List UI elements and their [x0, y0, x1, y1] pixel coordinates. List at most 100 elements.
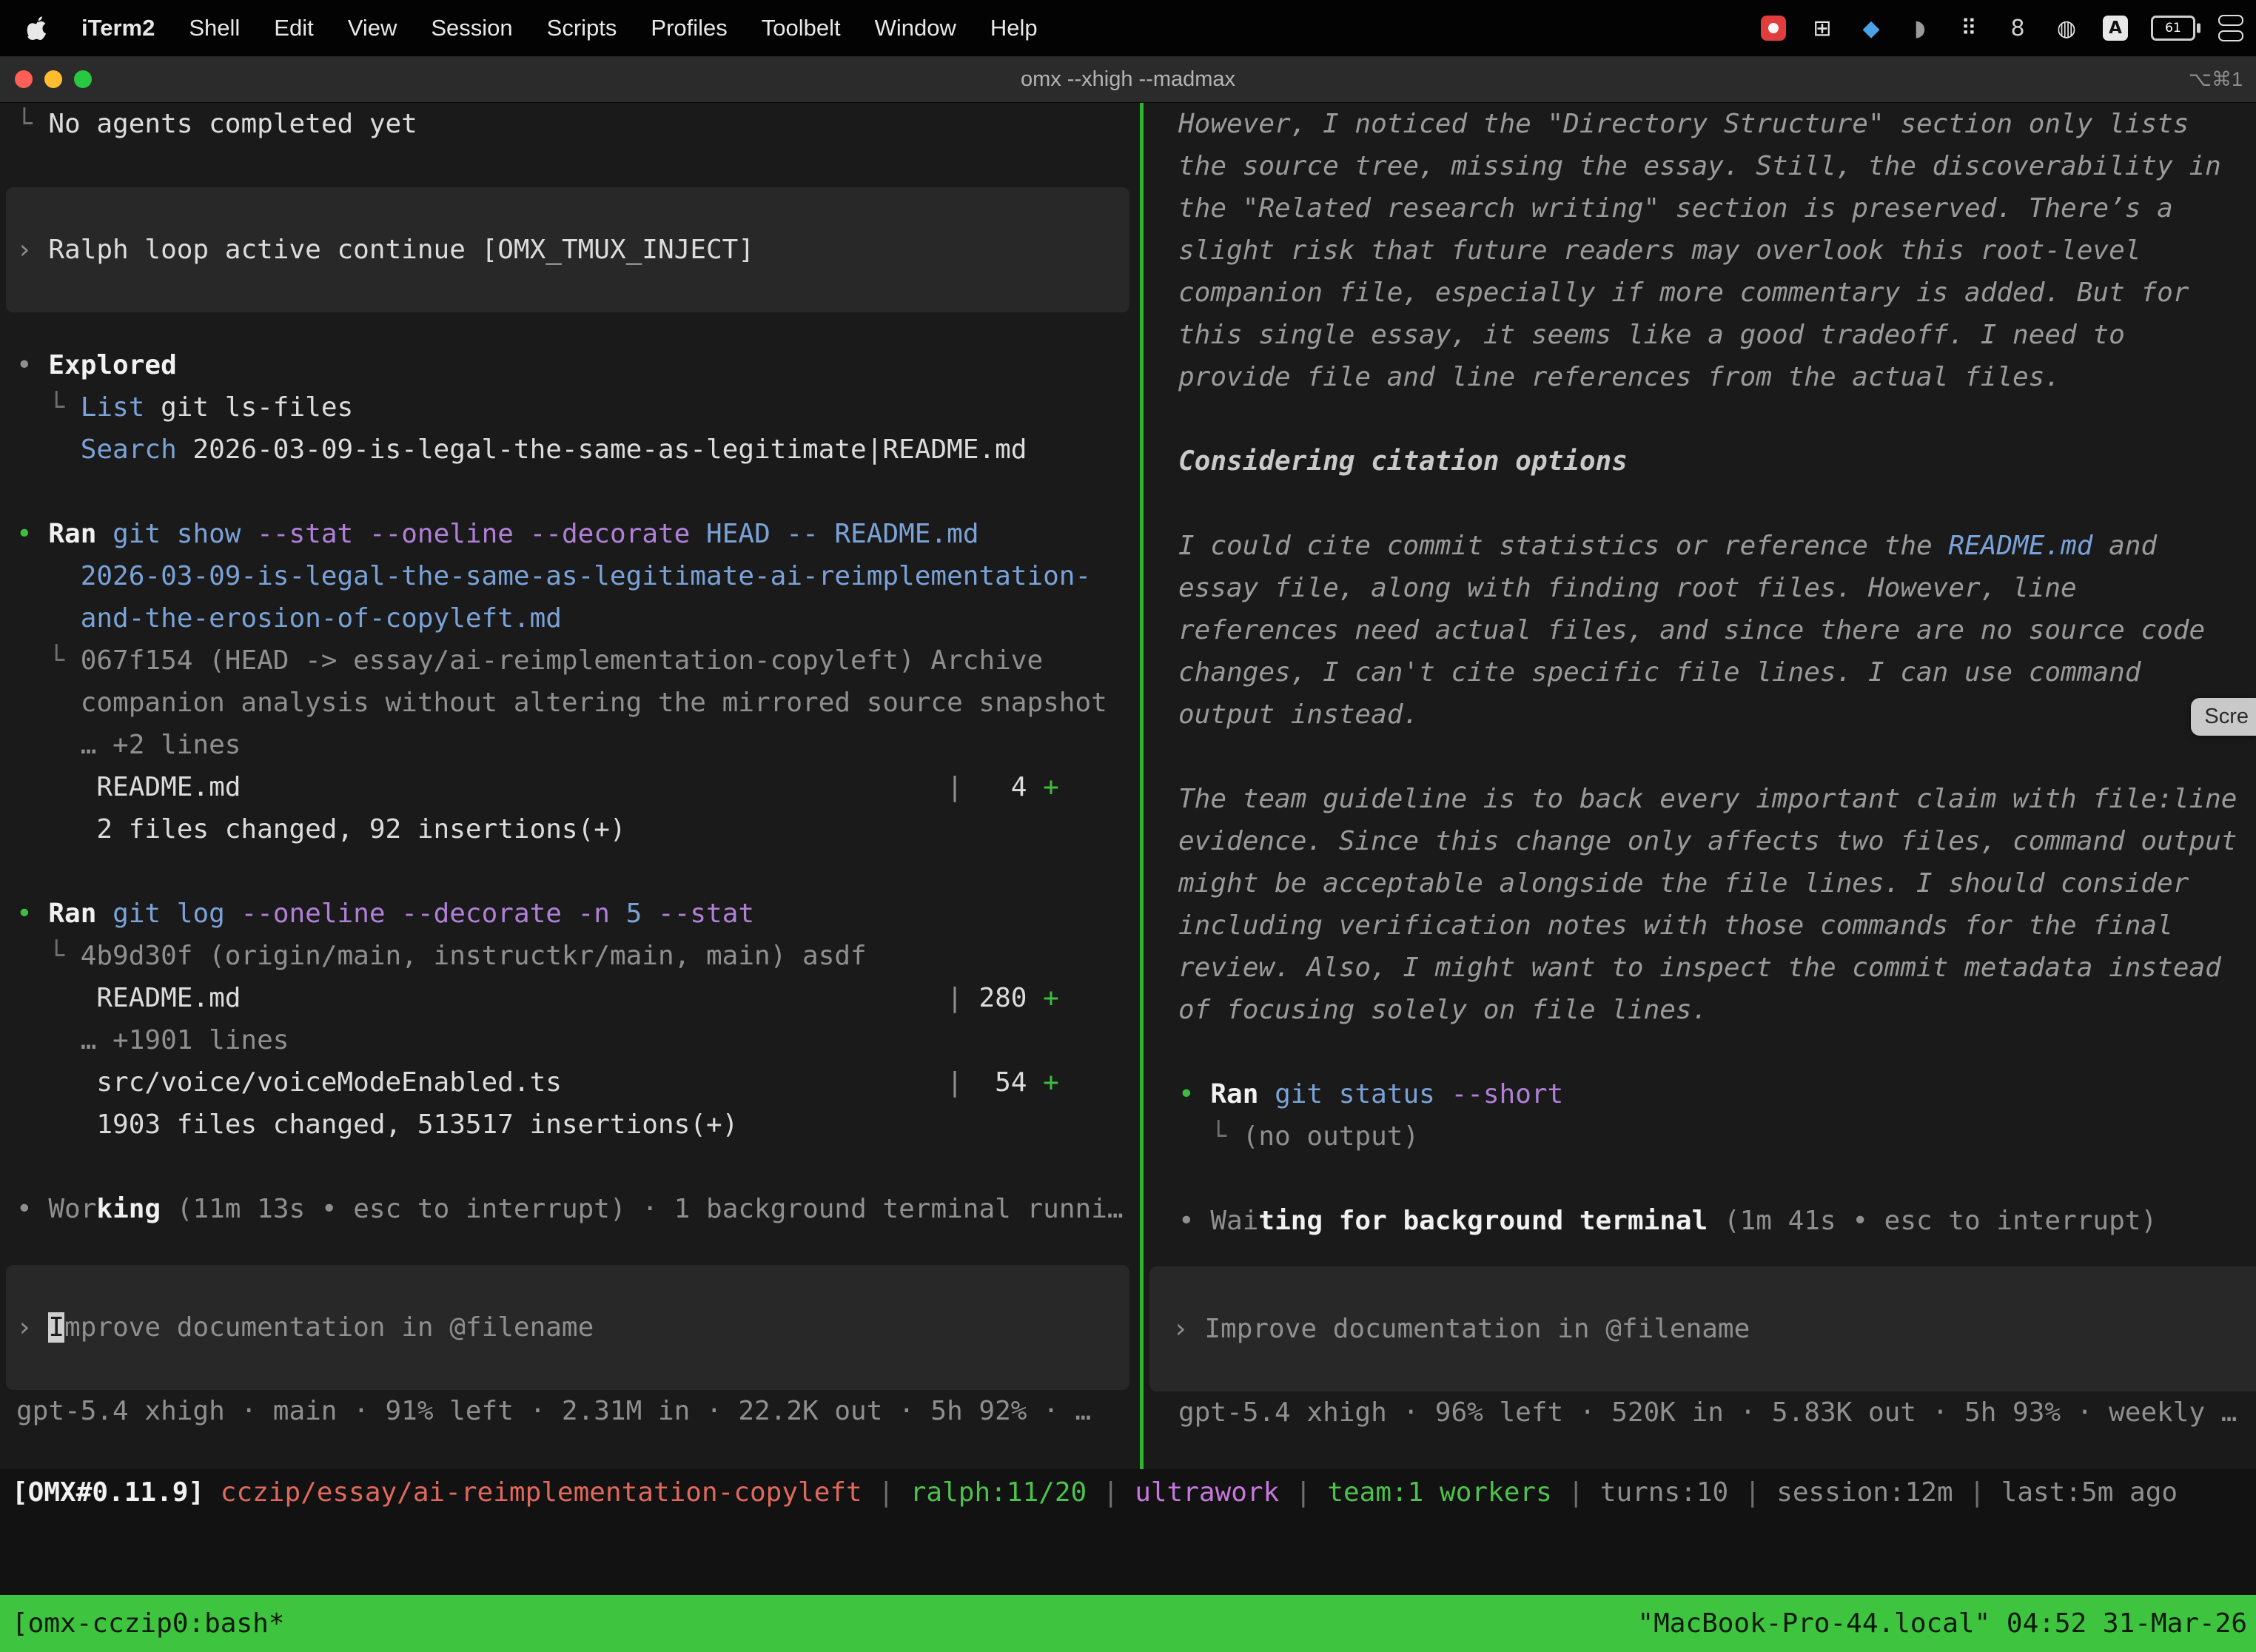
terminal-line: this single essay, it seems like a good … [1149, 314, 2256, 356]
terminal-line: └ 067f154 (HEAD -> essay/ai-reimplementa… [6, 639, 1140, 682]
terminal-line: output instead. [1149, 694, 2256, 736]
terminal-line: └ List git ls-files [6, 386, 1140, 429]
menu-item-help[interactable]: Help [990, 15, 1038, 41]
omx-status-line: [OMX#0.11.9] cczip/essay/ai-reimplementa… [0, 1471, 2256, 1514]
minimize-button[interactable] [44, 70, 62, 88]
terminal-line [1149, 398, 2256, 440]
prompt-input-box-left[interactable]: › Improve documentation in @filename [6, 1265, 1129, 1390]
menu-item-toolbelt[interactable]: Toolbelt [762, 15, 841, 41]
ran-git-log-line: • Ran git log --oneline --decorate -n 5 … [6, 893, 1140, 935]
prompt-input-right-content: › Improve documentation in @filename [1149, 1308, 2256, 1350]
tmux-host-time-label: "MacBook-Pro-44.local" 04:52 31-Mar-26 [1637, 1595, 2247, 1652]
control-center-icon[interactable] [2218, 11, 2244, 45]
input-source-icon[interactable]: A [2102, 11, 2129, 45]
terminal-line: src/voice/voiceModeEnabled.ts | 54 + [6, 1061, 1140, 1104]
window-shortcut-badge: ⌥⌘1 [2189, 68, 2256, 91]
terminal-line [1149, 736, 2256, 778]
terminal-line: … +2 lines [6, 724, 1140, 766]
terminal-line: evidence. Since this change only affects… [1149, 820, 2256, 862]
terminal-line: slight risk that future readers may over… [1149, 229, 2256, 272]
menu-bar-left: iTerm2 Shell Edit View Session Scripts Profile… [25, 15, 1038, 41]
terminal-line [1149, 483, 2256, 525]
left-pane-top-output: └ No agents completed yet [6, 103, 1140, 145]
menu-item-session[interactable]: Session [431, 15, 512, 41]
terminal-line: of focusing solely on file lines. [1149, 989, 2256, 1031]
macos-menu-bar: iTerm2 Shell Edit View Session Scripts Profile… [0, 0, 2256, 56]
menu-item-edit[interactable]: Edit [274, 15, 313, 41]
prompt-line: › Improve documentation in @filename [6, 1306, 1129, 1349]
terminal-line: README.md | 280 + [6, 977, 1140, 1019]
terminal-line: However, I noticed the "Directory Struct… [1149, 103, 2256, 145]
explored-header: • Explored [6, 344, 1140, 386]
right-pane-status-line: gpt-5.4 xhigh · 96% left · 520K in · 5.8… [1149, 1391, 2256, 1434]
tmux-status-bar: [omx-cczip0:bash* "MacBook-Pro-44.local"… [0, 1595, 2256, 1652]
terminal-line: … +1901 lines [6, 1019, 1140, 1061]
terminal-line: companion analysis without altering the … [6, 682, 1140, 724]
record-stop-icon [1761, 16, 1786, 41]
terminal-line [6, 1146, 1140, 1188]
terminal-line: └ 4b9d30f (origin/main, instructkr/main,… [6, 935, 1140, 977]
model-status-line: gpt-5.4 xhigh · main · 91% left · 2.31M … [6, 1390, 1140, 1432]
terminal-line [6, 471, 1140, 513]
prompt-line: › Improve documentation in @filename [1149, 1308, 2256, 1350]
input-source-key: A [2103, 16, 2128, 41]
battery-level: 61 [2151, 16, 2195, 41]
working-status-line: • Working (11m 13s • esc to interrupt) ·… [6, 1188, 1140, 1230]
terminal-line: the source tree, missing the essay. Stil… [1149, 145, 2256, 187]
ralph-loop-line: › Ralph loop active continue [OMX_TMUX_I… [6, 229, 1129, 271]
left-pane[interactable]: └ No agents completed yet › Ralph loop a… [0, 103, 1140, 1469]
window-manager-icon[interactable]: ⊞ [1809, 11, 1836, 45]
blue-app-icon[interactable]: ◆ [1858, 11, 1884, 45]
window-title-bar: omx --xhigh --madmax ⌥⌘1 [0, 56, 2256, 103]
tmux-session-label: [omx-cczip0:bash* [12, 1595, 284, 1652]
apple-menu-icon[interactable] [25, 15, 47, 41]
close-button[interactable] [15, 70, 33, 88]
dots-grid-icon[interactable]: ⠿ [1955, 11, 1982, 45]
terminal-line: including verification notes with those … [1149, 904, 2256, 947]
terminal-line: 1903 files changed, 513517 insertions(+) [6, 1104, 1140, 1146]
prompt-input-box-right[interactable]: › Improve documentation in @filename [1149, 1266, 2256, 1391]
ran-git-status-line: • Ran git status --short [1149, 1073, 2256, 1115]
terminal-line: references need actual files, and since … [1149, 609, 2256, 651]
prompt-input-left-content: › Improve documentation in @filename [6, 1306, 1129, 1349]
globe-app-icon[interactable]: ◍ [2053, 11, 2080, 45]
menu-item-shell[interactable]: Shell [189, 15, 240, 41]
terminal-window: └ No agents completed yet › Ralph loop a… [0, 103, 2256, 1469]
menu-item-scripts[interactable]: Scripts [547, 15, 617, 41]
left-pane-output: • Explored └ List git ls-files Search 20… [6, 344, 1140, 1230]
terminal-line: 2 files changed, 92 insertions(+) [6, 808, 1140, 850]
menu-item-profiles[interactable]: Profiles [651, 15, 727, 41]
terminal-line: Search 2026-03-09-is-legal-the-same-as-l… [6, 429, 1140, 471]
ralph-loop-banner: › Ralph loop active continue [OMX_TMUX_I… [6, 187, 1129, 312]
ran-git-show-line: • Ran git show --stat --oneline --decora… [6, 513, 1140, 555]
waiting-status-line: • Waiting for background terminal (1m 41… [1149, 1200, 2256, 1242]
terminal-line [6, 850, 1140, 893]
terminal-line [1149, 1158, 2256, 1200]
right-pane[interactable]: However, I noticed the "Directory Struct… [1144, 103, 2256, 1469]
right-pane-output: However, I noticed the "Directory Struct… [1149, 103, 2256, 1242]
traffic-lights [0, 70, 92, 88]
menu-item-view[interactable]: View [348, 15, 397, 41]
terminal-line: essay file, along with finding root file… [1149, 567, 2256, 609]
menu-item-window[interactable]: Window [875, 15, 956, 41]
left-pane-status-line: gpt-5.4 xhigh · main · 91% left · 2.31M … [6, 1390, 1140, 1432]
model-status-line: gpt-5.4 xhigh · 96% left · 520K in · 5.8… [1149, 1391, 2256, 1434]
terminal-line: The team guideline is to back every impo… [1149, 778, 2256, 820]
terminal-line [1149, 1031, 2256, 1073]
terminal-line: └ (no output) [1149, 1115, 2256, 1158]
numeric-app-icon[interactable]: 8 [2004, 11, 2031, 45]
omx-session-status-line: [OMX#0.11.9] cczip/essay/ai-reimplementa… [0, 1471, 2256, 1514]
terminal-line: provide file and line references from th… [1149, 356, 2256, 398]
ralph-loop-banner-content: › Ralph loop active continue [OMX_TMUX_I… [6, 229, 1129, 271]
menu-item-iterm2[interactable]: iTerm2 [81, 15, 155, 41]
half-circle-app-icon[interactable]: ◗ [1907, 11, 1933, 45]
zoom-button[interactable] [74, 70, 92, 88]
terminal-line: companion file, especially if more comme… [1149, 272, 2256, 314]
screen-recording-indicator-icon[interactable] [1760, 11, 1787, 45]
omx-session-status: [OMX#0.11.9] cczip/essay/ai-reimplementa… [0, 1471, 2256, 1514]
terminal-line: changes, I can't cite specific file line… [1149, 651, 2256, 694]
battery-icon[interactable]: 61 [2151, 11, 2195, 45]
terminal-line: review. Also, I might want to inspect th… [1149, 947, 2256, 989]
terminal-line: README.md | 4 + [6, 766, 1140, 808]
screen-edge-chip-button[interactable]: Scre [2191, 698, 2256, 736]
